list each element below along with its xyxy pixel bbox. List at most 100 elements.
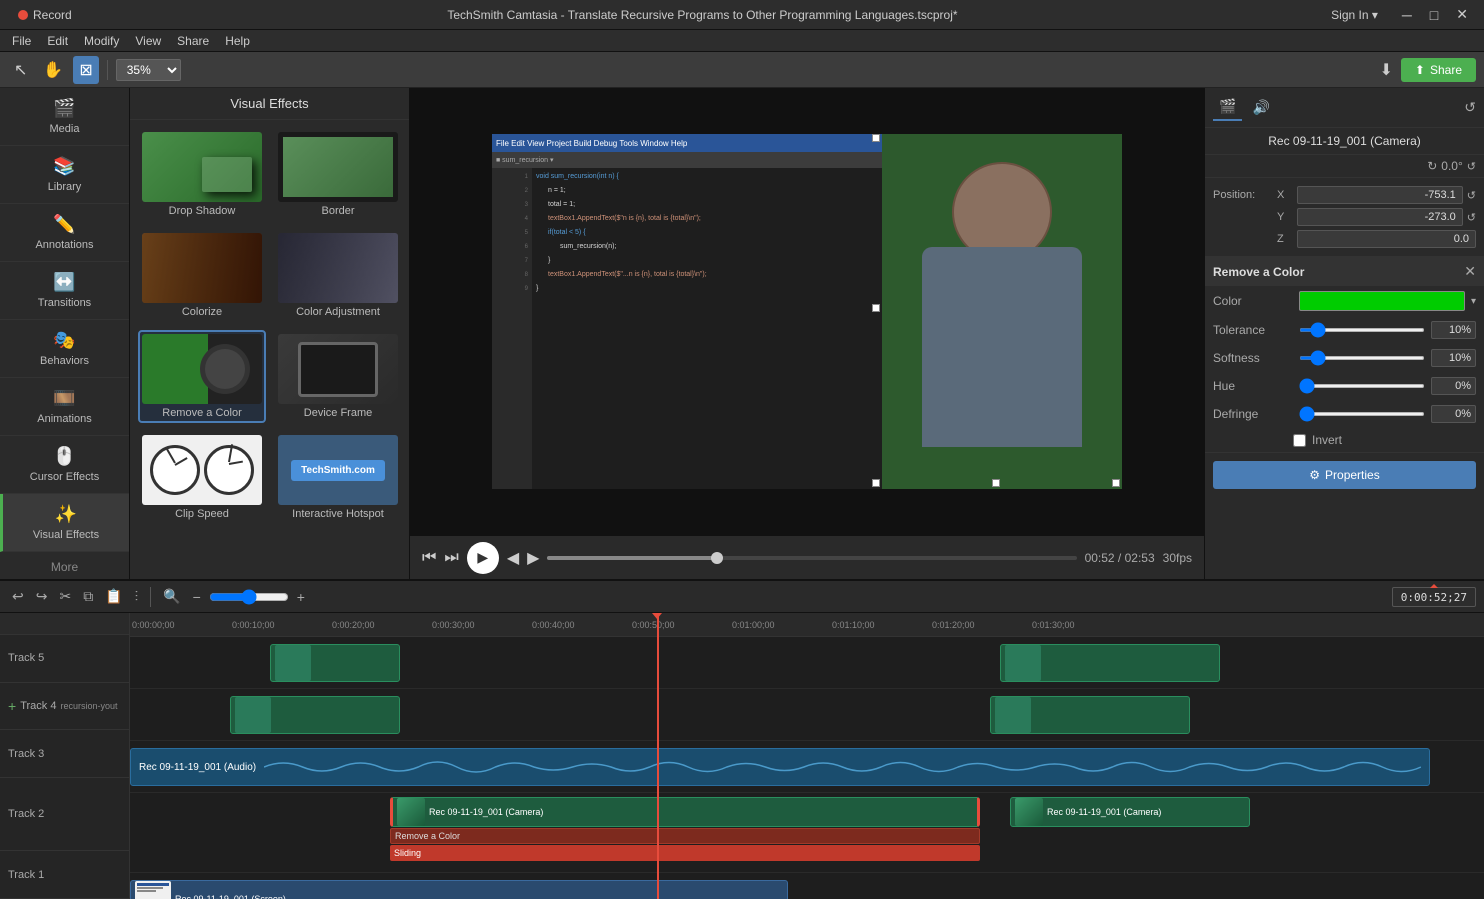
effects-panel: Visual Effects Drop Shadow Border Co (130, 88, 410, 579)
effect-clip-speed[interactable]: Clip Speed (138, 431, 266, 524)
cursor-tool[interactable]: ↖ (8, 56, 33, 84)
play-button[interactable]: ▶ (467, 542, 499, 574)
position-y-refresh[interactable]: ↺ (1467, 211, 1476, 224)
undo-button[interactable]: ↩ (8, 586, 28, 607)
tolerance-value[interactable] (1431, 321, 1476, 339)
track5-clip1[interactable] (270, 644, 400, 682)
share-button[interactable]: ⬆ Share (1401, 58, 1476, 82)
track-label-1: Track 1 (0, 851, 129, 899)
record-button[interactable]: Record (8, 5, 82, 25)
hue-slider[interactable] (1299, 384, 1425, 388)
add-track-btn[interactable]: + (8, 698, 16, 714)
position-x-input[interactable] (1297, 186, 1463, 204)
crop-tool[interactable]: ⊠ (73, 56, 98, 84)
paste-button[interactable]: 📋 (101, 586, 126, 607)
sidebar-item-behaviors[interactable]: 🎭 Behaviors (0, 320, 129, 378)
sidebar-item-library[interactable]: 📚 Library (0, 146, 129, 204)
invert-checkbox[interactable] (1293, 434, 1306, 447)
copy-button[interactable]: ⧉ (79, 586, 97, 607)
track2-camera1[interactable]: Rec 09-11-19_001 (Camera) (390, 797, 980, 827)
tolerance-slider[interactable] (1299, 328, 1425, 332)
track2-remove-color[interactable]: Remove a Color (390, 828, 980, 844)
menu-edit[interactable]: Edit (39, 32, 76, 50)
hue-value[interactable] (1431, 377, 1476, 395)
position-y-input[interactable] (1297, 208, 1463, 226)
sign-in-button[interactable]: Sign In ▾ (1323, 6, 1386, 24)
sidebar-item-visual[interactable]: ✨ Visual Effects (0, 494, 129, 552)
zoom-out-timeline[interactable]: − (189, 587, 205, 607)
timeline-zoom-slider[interactable] (209, 589, 289, 605)
visual-icon: ✨ (55, 504, 77, 525)
effect-interactive-hotspot[interactable]: TechSmith.com Interactive Hotspot (274, 431, 402, 524)
split-button[interactable]: ⫶ (131, 586, 143, 607)
angle-refresh[interactable]: ↺ (1467, 160, 1476, 173)
playhead-time: 0:00:52;27 (1401, 591, 1467, 604)
softness-value[interactable] (1431, 349, 1476, 367)
track3-audio[interactable]: Rec 09-11-19_001 (Audio) (130, 748, 1430, 786)
menu-file[interactable]: File (4, 32, 39, 50)
track-label-2: Track 2 (0, 778, 129, 851)
effect-drop-shadow[interactable]: Drop Shadow (138, 128, 266, 221)
cut-button[interactable]: ✂ (55, 586, 75, 607)
track2-camera2[interactable]: Rec 09-11-19_001 (Camera) (1010, 797, 1250, 827)
properties-button[interactable]: ⚙ Properties (1213, 461, 1476, 489)
effect-color-adjustment[interactable]: Color Adjustment (274, 229, 402, 322)
track4-clip2[interactable] (990, 696, 1190, 734)
sidebar-item-transitions[interactable]: ↔️ Transitions (0, 262, 129, 320)
track-2: Rec 09-11-19_001 (Camera) Remove a Color… (130, 793, 1484, 873)
clip-tab-video[interactable]: 🎬 (1213, 94, 1242, 121)
position-z-label: Z (1277, 233, 1293, 245)
position-x-refresh[interactable]: ↺ (1467, 189, 1476, 202)
main-toolbar: ↖ ✋ ⊠ 35% 50% 100% ⬇ ⬆ Share (0, 52, 1484, 88)
properties-label: Properties (1325, 468, 1380, 482)
menu-view[interactable]: View (127, 32, 169, 50)
position-y-label: Y (1277, 211, 1293, 223)
clip-reset-button[interactable]: ↺ (1464, 99, 1476, 116)
color-swatch[interactable] (1299, 291, 1465, 311)
download-button[interactable]: ⬇ (1380, 60, 1393, 80)
progress-bar[interactable] (547, 556, 1076, 560)
effect-thumb-device-frame (278, 334, 398, 404)
zoom-in-timeline[interactable]: 🔍 (159, 586, 184, 607)
track1-screen[interactable]: Rec 09-11-19_001 (Screen) (130, 880, 788, 899)
sidebar-item-cursor[interactable]: 🖱️ Cursor Effects (0, 436, 129, 494)
effect-border[interactable]: Border (274, 128, 402, 221)
softness-slider[interactable] (1299, 356, 1425, 360)
defringe-slider[interactable] (1299, 412, 1425, 416)
defringe-label: Defringe (1213, 407, 1293, 421)
more-button[interactable]: More (0, 552, 129, 579)
effect-thumb-border (278, 132, 398, 202)
hand-tool[interactable]: ✋ (37, 56, 69, 84)
sidebar-item-annotations[interactable]: ✏️ Annotations (0, 204, 129, 262)
rewind-button[interactable]: ⏮ (422, 549, 436, 567)
menu-help[interactable]: Help (217, 32, 258, 50)
remove-color-close[interactable]: ✕ (1464, 263, 1476, 280)
menu-share[interactable]: Share (169, 32, 217, 50)
position-z-input[interactable] (1297, 230, 1476, 248)
effect-colorize[interactable]: Colorize (138, 229, 266, 322)
track2-sliding[interactable]: Sliding (390, 845, 980, 861)
defringe-value[interactable] (1431, 405, 1476, 423)
maximize-button[interactable]: □ (1422, 4, 1446, 25)
sidebar-item-animations[interactable]: 🎞️ Animations (0, 378, 129, 436)
clip-tab-audio[interactable]: 🔊 (1246, 94, 1275, 121)
effect-device-frame[interactable]: Device Frame (274, 330, 402, 423)
prev-frame-button[interactable]: ◀ (507, 548, 519, 568)
position-section: Position: X ↺ Y ↺ Z (1205, 178, 1484, 257)
redo-button[interactable]: ↪ (32, 586, 52, 607)
color-dropdown-btn[interactable]: ▾ (1471, 296, 1476, 307)
minimize-button[interactable]: ─ (1394, 4, 1420, 25)
track4-clip1[interactable] (230, 696, 400, 734)
sidebar-item-media[interactable]: 🎬 Media (0, 88, 129, 146)
effect-remove-color[interactable]: Remove a Color (138, 330, 266, 423)
preview-controls: ⏮ ⏭ ▶ ◀ ▶ 00:52 / 02:53 30fps (410, 535, 1204, 579)
zoom-fit-timeline[interactable]: + (293, 587, 309, 607)
track5-clip2[interactable] (1000, 644, 1220, 682)
step-back-button[interactable]: ⏭ (444, 549, 458, 567)
effects-panel-title: Visual Effects (130, 88, 409, 120)
timeline: ↩ ↪ ✂ ⧉ 📋 ⫶ 🔍 − + 0:00:52;27 Track 5 + T… (0, 579, 1484, 899)
next-frame-button[interactable]: ▶ (527, 548, 539, 568)
close-button[interactable]: ✕ (1448, 4, 1476, 25)
menu-modify[interactable]: Modify (76, 32, 127, 50)
zoom-select[interactable]: 35% 50% 100% (116, 59, 181, 81)
